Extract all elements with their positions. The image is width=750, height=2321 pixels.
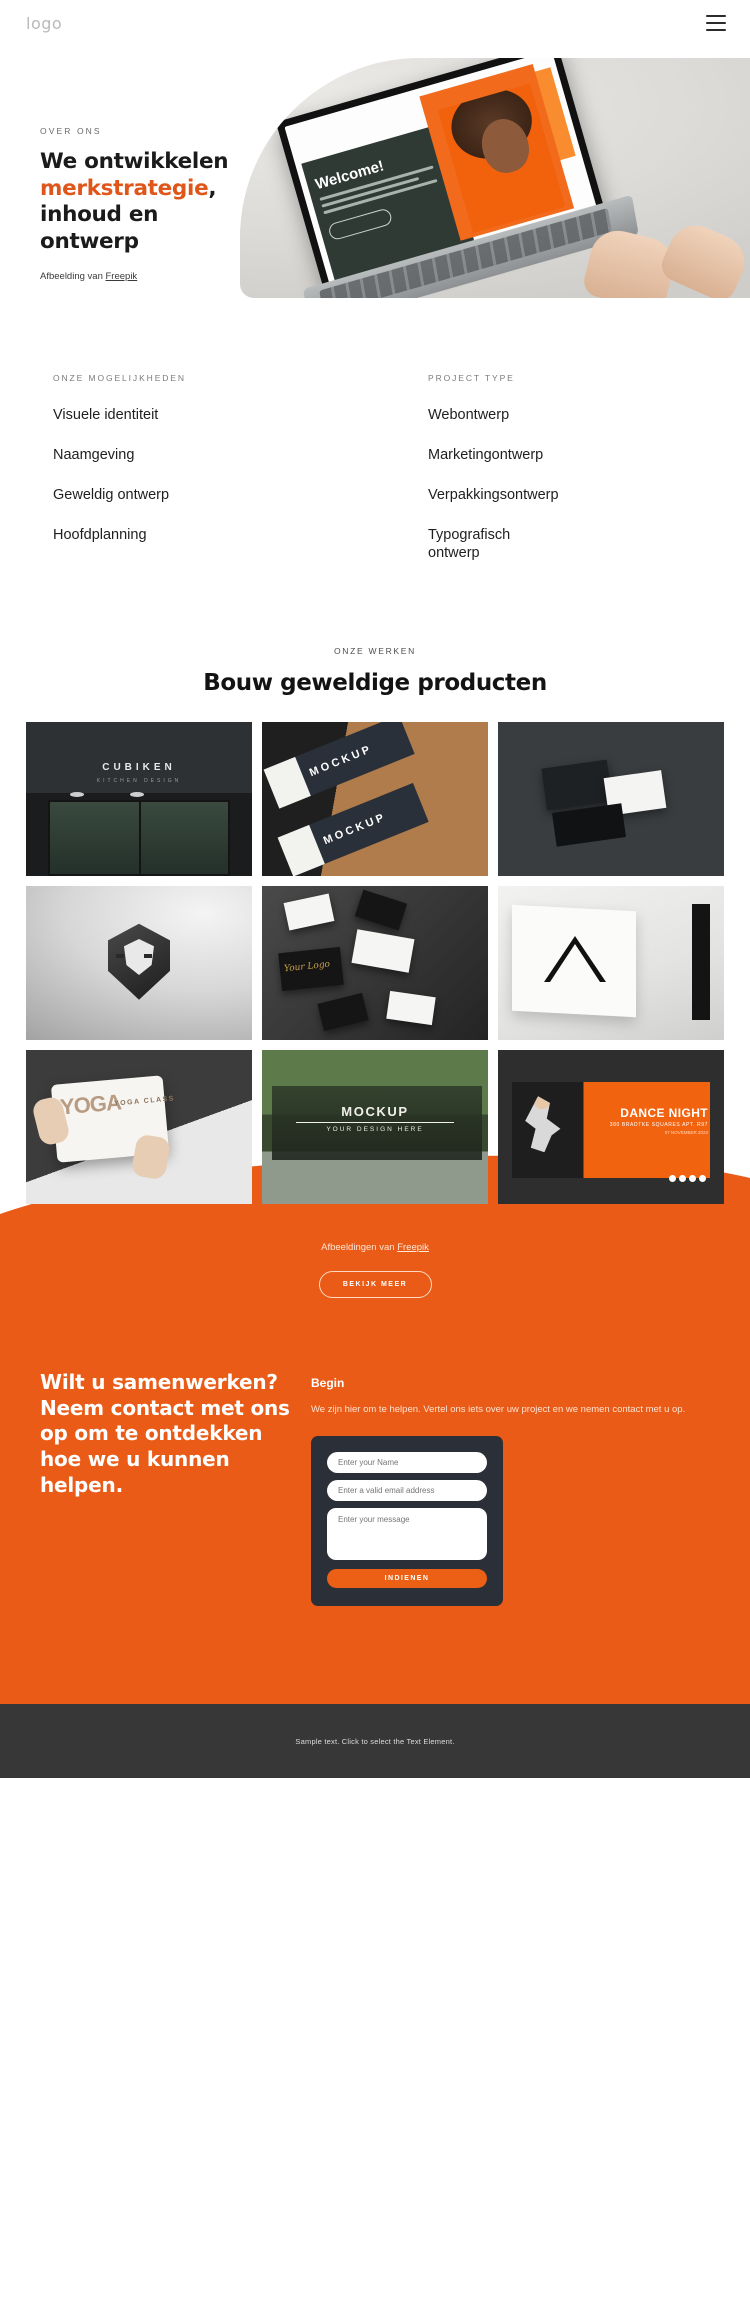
works-title: Bouw geweldige producten xyxy=(203,670,547,697)
name-field[interactable] xyxy=(327,1452,487,1474)
hero-eyebrow: OVER ONS xyxy=(40,126,102,136)
hero-credit-prefix: Afbeelding van xyxy=(40,270,106,282)
hero-title: We ontwikkelen merkstrategie, inhoud en … xyxy=(40,149,310,256)
email-field[interactable] xyxy=(327,1480,487,1502)
gallery-tile-yoga-class-tablet[interactable]: YOGA YOGA CLASS xyxy=(26,1050,252,1205)
gallery-tile-flying-business-cards[interactable]: Your Logo xyxy=(262,886,488,1041)
gallery-tile-storefront-window-mockup[interactable]: MOCKUP YOUR DESIGN HERE xyxy=(262,1050,488,1205)
hero-title-line-1: We ontwikkelen xyxy=(40,149,229,174)
site-header: logo xyxy=(0,0,750,46)
gallery-credit-prefix: Afbeeldingen van xyxy=(321,1242,398,1254)
works-section: ONZE WERKEN Bouw geweldige producten CUB… xyxy=(0,584,750,1205)
gallery-tile-dance-night-poster[interactable]: DANCE NIGHT 380 BRADTKE SQUARES APT. R97… xyxy=(498,1050,724,1205)
hero-title-comma: , xyxy=(208,175,217,201)
view-more-button[interactable]: BEKIJK MEER xyxy=(318,1271,432,1299)
capabilities-section: ONZE MOGELIJKHEDEN Visuele identiteit Na… xyxy=(0,301,750,584)
hero-copy: OVER ONS We ontwikkelen merkstrategie, i… xyxy=(40,126,310,301)
tile-sublabel: KITCHEN DESIGN xyxy=(96,778,182,785)
hero-image: Welcome! xyxy=(240,58,750,298)
hamburger-menu-icon[interactable] xyxy=(706,15,726,31)
gallery-tile-cubiken-storefront[interactable]: CUBIKEN KITCHEN DESIGN xyxy=(26,722,252,877)
project-type-item: Marketingontwerp xyxy=(428,446,544,463)
tile-label: YOGA xyxy=(59,1089,122,1120)
cta-right-column: Begin We zijn hier om te helpen. Vertel … xyxy=(311,1370,724,1607)
cta-paragraph: We zijn hier om te helpen. Vertel ons ie… xyxy=(311,1404,686,1416)
contact-form: INDIENEN xyxy=(311,1436,503,1607)
capabilities-column-2: PROJECT TYPE Webontwerp Marketingontwerp… xyxy=(165,373,559,584)
project-type-item: Webontwerp xyxy=(428,407,510,423)
cta-left-column: Wilt u samenwerken? Neem contact met ons… xyxy=(40,1370,295,1606)
tile-label: DANCE NIGHT xyxy=(620,1106,708,1121)
tile-date: 07 NOVEMBER 2023 xyxy=(664,1130,708,1136)
gallery-credit-link[interactable]: Freepik xyxy=(397,1242,429,1253)
hero-credit-link[interactable]: Freepik xyxy=(106,271,138,282)
site-footer: Sample text. Click to select the Text El… xyxy=(0,1704,750,1779)
orange-cta-wrapper: Afbeeldingen van Freepik BEKIJK MEER Wil… xyxy=(0,1152,750,1705)
footer-text[interactable]: Sample text. Click to select the Text El… xyxy=(295,1737,454,1746)
hero-title-line-3: ontwerp xyxy=(40,228,139,254)
hero-title-accent: merkstrategie xyxy=(40,175,209,201)
submit-button[interactable]: INDIENEN xyxy=(327,1569,487,1589)
project-type-item: Verpakkingsontwerp xyxy=(428,486,559,503)
hero-image-credit: Afbeelding van Freepik xyxy=(40,271,310,282)
capabilities-heading-2: PROJECT TYPE xyxy=(428,373,515,383)
tile-sublabel: 380 BRADTKE SQUARES APT. R97 xyxy=(609,1122,708,1129)
site-logo[interactable]: logo xyxy=(26,14,62,33)
tile-sublabel: YOUR DESIGN HERE xyxy=(326,1126,424,1134)
cta-content: Wilt u samenwerken? Neem contact met ons… xyxy=(0,1298,750,1607)
gallery-tile-business-card-mockup[interactable]: MOCKUP MOCKUP xyxy=(262,722,488,877)
gallery-tile-dark-business-cards[interactable] xyxy=(498,722,724,877)
hero-title-line-2: inhoud en xyxy=(40,202,159,228)
tile-label: MOCKUP xyxy=(341,1104,409,1120)
message-field[interactable] xyxy=(327,1508,487,1561)
gallery-credit: Afbeeldingen van Freepik xyxy=(0,1236,750,1253)
page-root: logo Welcome! OVER ONS We ontwikkelen me… xyxy=(0,0,750,1779)
tile-label: CUBIKEN xyxy=(102,762,176,774)
orange-cta-section: Afbeeldingen van Freepik BEKIJK MEER Wil… xyxy=(0,1236,750,1705)
works-eyebrow: ONZE WERKEN xyxy=(334,646,416,657)
orange-bottom-wave xyxy=(0,1626,750,1703)
cta-subheading: Begin xyxy=(311,1376,345,1391)
gallery-tile-triangle-sign-board[interactable] xyxy=(498,886,724,1041)
project-type-item: Typografisch ontwerp xyxy=(428,526,511,562)
gallery-tile-lion-logo-3d[interactable] xyxy=(26,886,252,1041)
works-gallery-grid: CUBIKEN KITCHEN DESIGN MOCKUP MOCKUP You… xyxy=(26,722,724,1205)
cta-heading: Wilt u samenwerken? Neem contact met ons… xyxy=(40,1370,290,1497)
hero-section: Welcome! OVER ONS We ontwikkelen merkstr… xyxy=(0,46,750,301)
